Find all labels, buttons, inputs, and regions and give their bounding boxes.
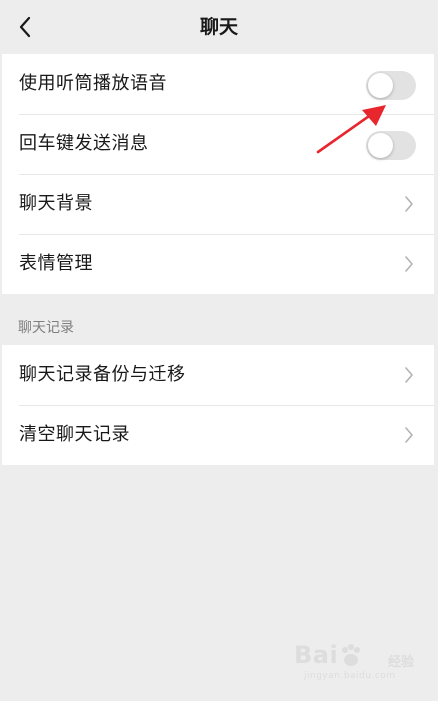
baidu-jingyan-watermark: Bai 经验 jingyan.baidu.com <box>294 637 414 681</box>
chevron-right-icon <box>405 367 413 383</box>
watermark-url: jingyan.baidu.com <box>304 671 396 681</box>
setting-row-clear-history[interactable]: 清空聊天记录 <box>2 405 434 465</box>
earpiece-voice-toggle[interactable] <box>366 71 416 100</box>
chat-history-group: 聊天记录备份与迁移 清空聊天记录 <box>2 345 434 465</box>
page-title: 聊天 <box>199 16 238 38</box>
toggle-knob <box>368 73 393 98</box>
setting-label: 使用听筒播放语音 <box>19 73 167 94</box>
setting-row-chat-background[interactable]: 聊天背景 <box>2 174 434 234</box>
section-header-chat-history: 聊天记录 <box>18 320 74 336</box>
setting-label: 回车键发送消息 <box>19 133 149 154</box>
setting-row-enter-to-send[interactable]: 回车键发送消息 <box>2 114 434 174</box>
watermark-sub: 经验 <box>387 655 414 670</box>
chevron-right-icon <box>405 196 413 212</box>
setting-label: 聊天背景 <box>19 193 93 214</box>
chevron-right-icon <box>405 427 413 443</box>
toggle-knob <box>368 133 393 158</box>
setting-label: 聊天记录备份与迁移 <box>19 364 186 385</box>
settings-group: 使用听筒播放语音 回车键发送消息 聊天背景 表情管理 <box>2 54 434 294</box>
setting-row-backup-migrate[interactable]: 聊天记录备份与迁移 <box>2 345 434 405</box>
setting-row-earpiece-voice[interactable]: 使用听筒播放语音 <box>2 54 434 114</box>
setting-label: 清空聊天记录 <box>19 424 130 445</box>
watermark-brand: Bai <box>294 641 339 669</box>
chevron-right-icon <box>405 256 413 272</box>
paw-icon <box>342 644 360 666</box>
setting-label: 表情管理 <box>19 253 93 274</box>
navigation-bar: 聊天 <box>0 0 438 54</box>
setting-row-sticker-management[interactable]: 表情管理 <box>2 234 434 294</box>
enter-to-send-toggle[interactable] <box>366 131 416 160</box>
